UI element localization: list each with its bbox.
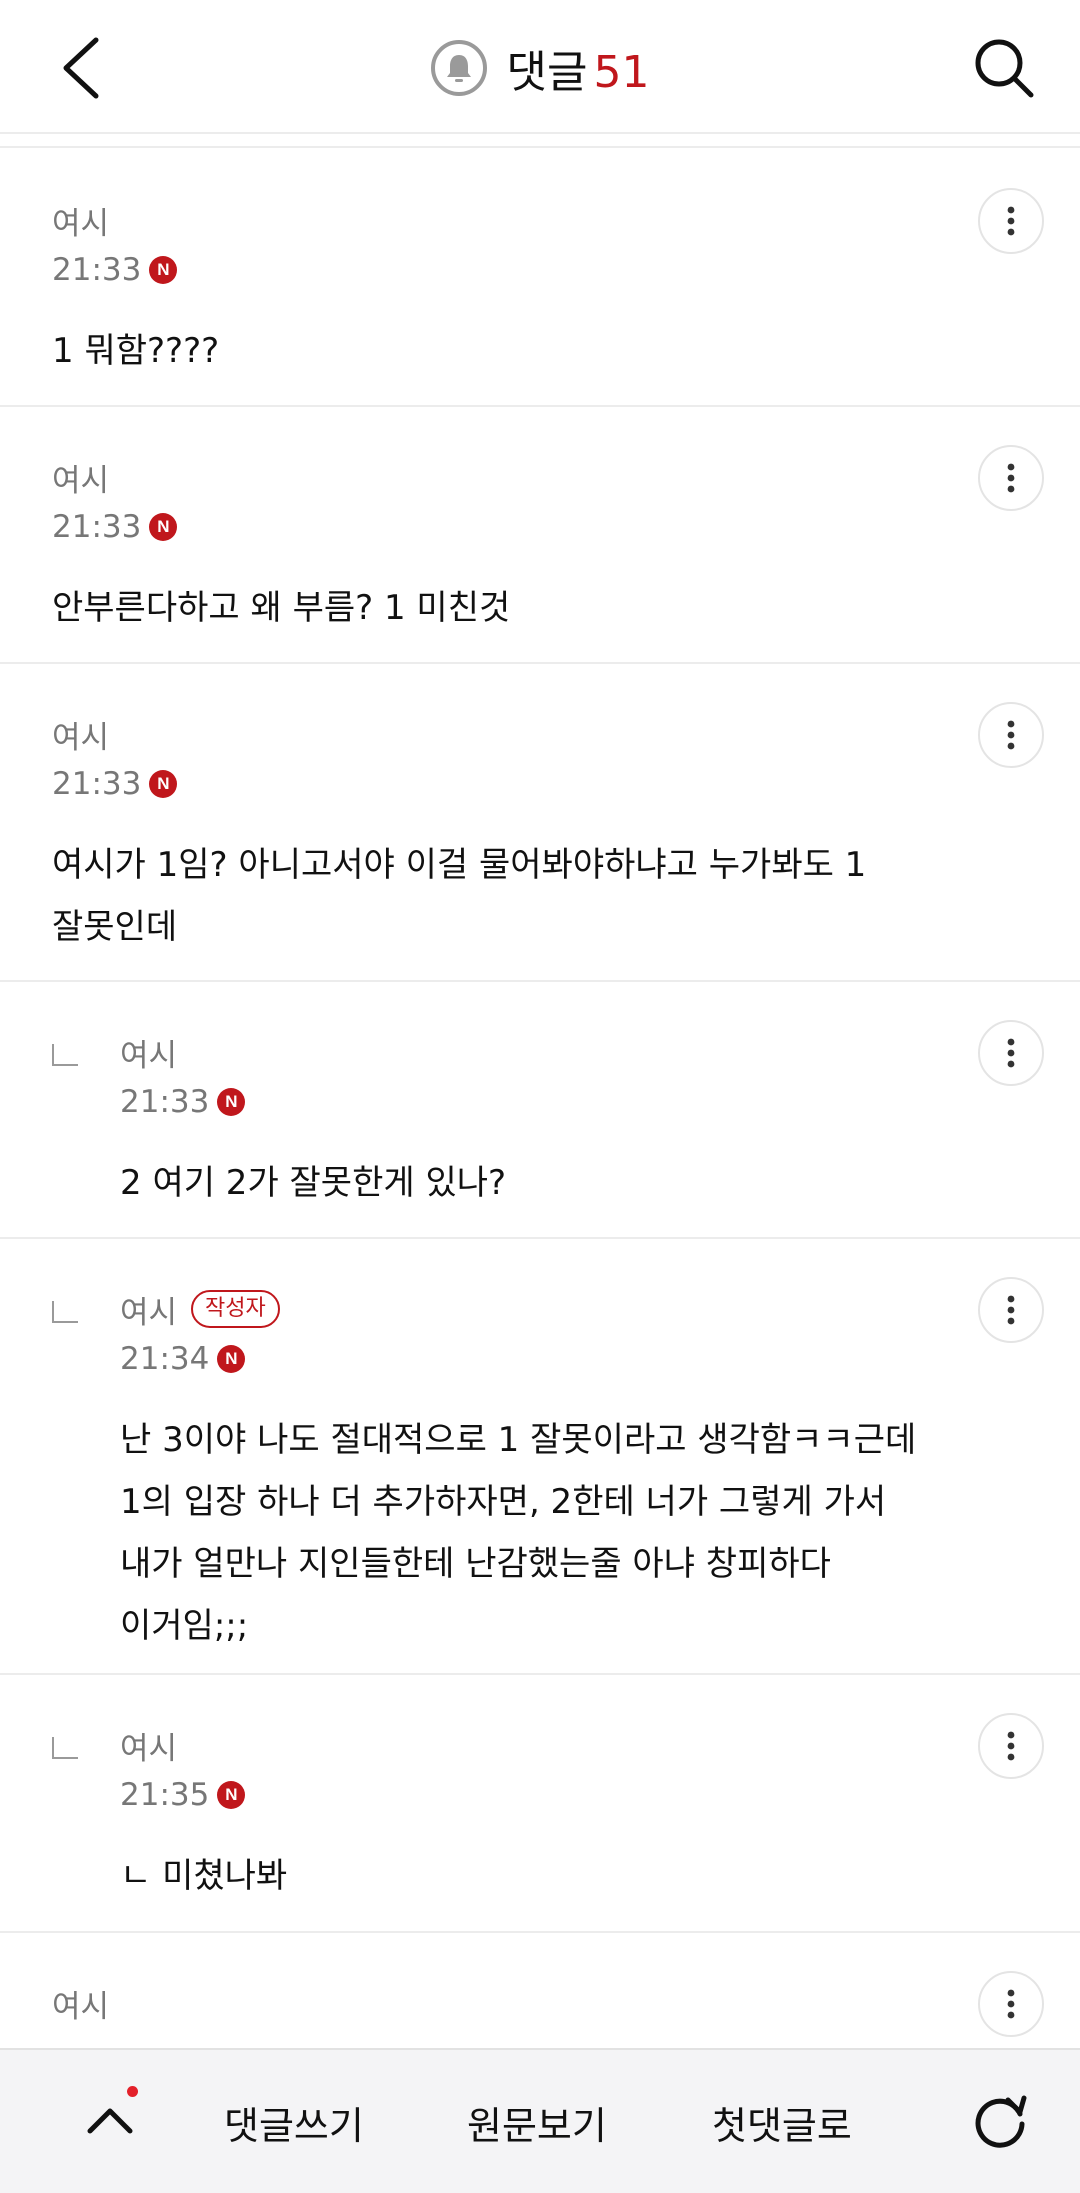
refresh-icon	[975, 2095, 1027, 2148]
comments-title: 댓글	[506, 47, 588, 98]
notification-dot	[127, 2086, 138, 2097]
comment-more-button[interactable]	[978, 1020, 1044, 1086]
more-vertical-icon	[1007, 1038, 1015, 1068]
scroll-top-button[interactable]	[70, 2080, 150, 2160]
comment-text: 여시가 1임? 아니고서야 이걸 물어봐야하냐고 누가봐도 1 잘못인데	[52, 845, 867, 947]
more-vertical-icon	[1007, 720, 1015, 750]
reply-comment-item: 여시 21:33 N 2 여기 2가 잘못한게 있나?	[0, 982, 1080, 1239]
reply-comment-item: 여시 작성자 21:34 N 난 3이야 나도 절대적으로 1 잘못이라고 생각…	[0, 1239, 1080, 1675]
comment-item: 여시 21:33 N 1 뭐함????	[0, 150, 1080, 407]
comment-time: 21:33	[52, 252, 142, 288]
comment-nickname[interactable]: 여시	[120, 1723, 177, 1768]
comment-item: 여시 21:33 N 안부른다하고 왜 부름? 1 미친것	[0, 407, 1080, 664]
view-original-button[interactable]: 원문보기	[467, 2090, 607, 2154]
more-vertical-icon	[1007, 1295, 1015, 1325]
comment-nickname[interactable]: 여시	[120, 1287, 177, 1332]
first-comment-button[interactable]: 첫댓글로	[712, 2090, 852, 2154]
new-badge: N	[149, 770, 178, 798]
bell-icon	[446, 55, 471, 82]
author-badge: 작성자	[191, 1290, 280, 1328]
comment-more-button[interactable]	[978, 702, 1044, 768]
header-divider	[0, 134, 1080, 148]
comment-time: 21:33	[52, 509, 142, 545]
notification-toggle[interactable]	[430, 40, 487, 96]
comment-list: 여시 21:33 N 1 뭐함???? 여시 21:33 N 안부른다하고 왜 …	[0, 150, 1080, 2133]
comment-time: 21:33	[120, 1084, 210, 1120]
comment-more-button[interactable]	[978, 1277, 1044, 1343]
new-badge: N	[149, 256, 178, 284]
search-button[interactable]	[964, 28, 1044, 108]
comment-more-button[interactable]	[978, 445, 1044, 511]
comment-nickname[interactable]: 여시	[120, 1030, 177, 1075]
comment-more-button[interactable]	[978, 188, 1044, 254]
write-comment-button[interactable]: 댓글쓰기	[224, 2090, 364, 2154]
new-badge: N	[217, 1781, 246, 1809]
comment-text: 1 뭐함????	[52, 331, 220, 371]
comment-text: ㄴ 미쳤나봐	[120, 1856, 288, 1896]
comment-text: 2 여기 2가 잘못한게 있나?	[120, 1163, 507, 1203]
chevron-up-icon	[87, 2108, 133, 2134]
comment-count: 51	[593, 47, 650, 98]
reply-indicator-icon	[52, 1044, 78, 1066]
more-vertical-icon	[1007, 206, 1015, 236]
comment-time: 21:35	[120, 1777, 210, 1813]
bottom-action-bar: 댓글쓰기 원문보기 첫댓글로	[0, 2048, 1080, 2193]
more-vertical-icon	[1007, 463, 1015, 493]
reply-comment-item: 여시 21:35 N ㄴ 미쳤나봐	[0, 1675, 1080, 1933]
refresh-button[interactable]	[960, 2080, 1040, 2160]
reply-indicator-icon	[52, 1301, 78, 1323]
top-bar: 댓글 51	[0, 0, 1080, 134]
reply-indicator-icon	[52, 1737, 78, 1759]
comment-more-button[interactable]	[978, 1971, 1044, 2037]
more-vertical-icon	[1007, 1731, 1015, 1761]
comment-text: 난 3이야 나도 절대적으로 1 잘못이라고 생각함ㅋㅋ근데 1의 입장 하나 …	[120, 1420, 917, 1646]
new-badge: N	[149, 513, 178, 541]
comment-nickname[interactable]: 여시	[52, 712, 109, 757]
comment-time: 21:33	[52, 766, 142, 802]
comment-nickname[interactable]: 여시	[52, 198, 109, 243]
search-icon	[975, 39, 1034, 98]
new-badge: N	[217, 1088, 246, 1116]
comment-nickname[interactable]: 여시	[52, 1981, 109, 2026]
comment-more-button[interactable]	[978, 1713, 1044, 1779]
more-vertical-icon	[1007, 1989, 1015, 2019]
page-title: 댓글 51	[507, 36, 650, 100]
header-title-area: 댓글 51	[0, 36, 1080, 100]
comment-item: 여시 21:33 N 여시가 1임? 아니고서야 이걸 물어봐야하냐고 누가봐도…	[0, 664, 1080, 982]
comment-text: 안부른다하고 왜 부름? 1 미친것	[52, 588, 511, 628]
new-badge: N	[217, 1345, 246, 1373]
comment-time: 21:34	[120, 1341, 210, 1377]
comment-nickname[interactable]: 여시	[52, 455, 109, 500]
